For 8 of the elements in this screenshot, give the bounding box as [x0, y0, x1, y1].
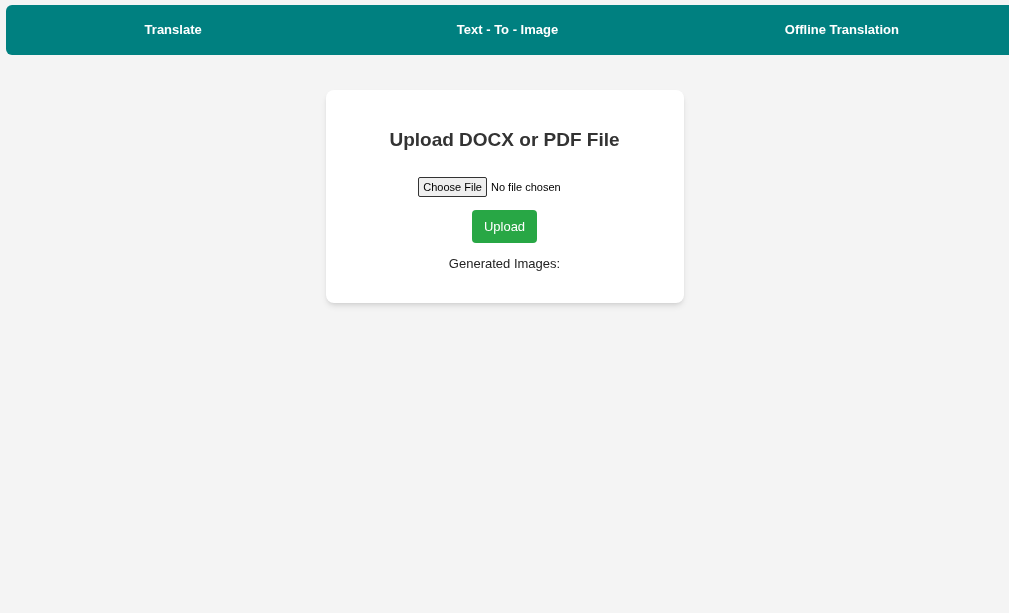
- nav-link[interactable]: Translate: [144, 20, 202, 40]
- results-label: Generated Images:: [448, 255, 561, 273]
- card-title: Upload DOCX or PDF File: [389, 128, 620, 152]
- nav-link[interactable]: Offline Translation: [784, 20, 899, 40]
- choose-file-button[interactable]: Choose File: [418, 176, 487, 197]
- upload-button[interactable]: Upload: [471, 210, 538, 243]
- file-status-text: No file chosen: [491, 179, 561, 195]
- nav-link[interactable]: Text - To - Image: [456, 20, 559, 40]
